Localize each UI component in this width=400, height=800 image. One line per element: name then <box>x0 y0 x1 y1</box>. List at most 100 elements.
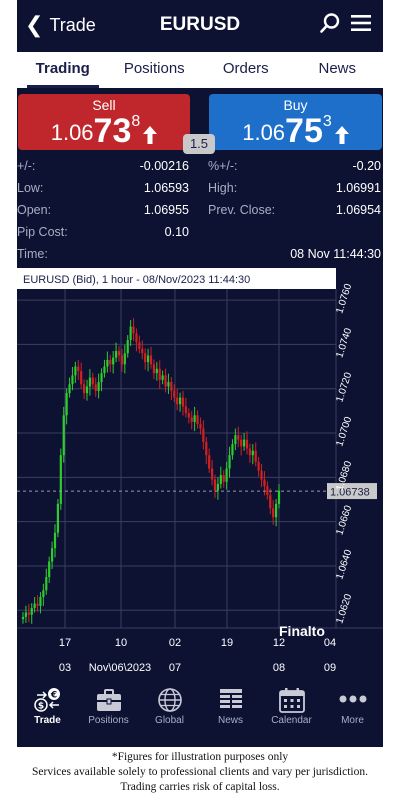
stat-value: 1.06593 <box>143 181 189 195</box>
buy-price: 1.06 75 3 <box>209 112 382 148</box>
candle-body <box>245 439 249 449</box>
candle-body <box>196 415 199 425</box>
candle-body <box>120 355 124 365</box>
stat-row: +/-: -0.00216 %+/-: -0.20 <box>17 156 383 178</box>
tab-positions[interactable]: Positions <box>109 52 201 88</box>
sell-price-pip: 8 <box>131 113 141 130</box>
x-tick-sublabel: 03 <box>59 662 71 674</box>
candle-body <box>103 366 106 374</box>
candle-body <box>210 468 214 480</box>
candle-body <box>155 368 158 374</box>
disclaimer: *Figures for illustration purposes only … <box>0 750 400 795</box>
candle-body <box>222 475 225 482</box>
stat-label: Low: <box>17 181 44 195</box>
candle-body <box>254 450 257 462</box>
candle-body <box>237 435 240 440</box>
nav-positions[interactable]: Positions <box>78 682 139 747</box>
candle-body <box>82 384 86 394</box>
tab-trading[interactable]: Trading <box>17 52 109 88</box>
top-bar: ❮ Trade EURUSD <box>17 0 383 50</box>
candle-body <box>114 351 118 358</box>
nav-label: More <box>341 715 364 726</box>
candle-body <box>132 326 135 334</box>
candle-body <box>228 455 231 469</box>
nav-label: Trade <box>34 715 61 726</box>
candle-body <box>225 468 228 482</box>
stat-label: Time: <box>17 247 48 261</box>
x-tick-sublabel: 07 <box>169 662 181 674</box>
briefcase-icon <box>96 689 121 711</box>
candle-body <box>242 439 246 447</box>
stat-value: 1.06954 <box>335 203 381 217</box>
stat-row: Low: 1.06593 High: 1.06991 <box>17 178 383 200</box>
candle-body <box>205 441 208 456</box>
candle-body <box>251 450 254 456</box>
candle-body <box>190 417 193 422</box>
arrow-up-icon <box>143 126 158 144</box>
candle-body <box>56 503 60 533</box>
candle-body <box>65 393 68 416</box>
candle-body <box>144 353 147 363</box>
nav-label: Positions <box>88 715 129 726</box>
candle-body <box>24 612 28 617</box>
candle-body <box>178 397 182 405</box>
candle-body <box>62 415 65 456</box>
candle-body <box>68 384 71 394</box>
candle-body <box>161 375 164 380</box>
candle-body <box>149 355 153 365</box>
buy-button[interactable]: Buy 1.06 75 3 <box>209 94 382 150</box>
candle-body <box>277 490 281 504</box>
nav-calendar[interactable]: Calendar <box>261 682 322 747</box>
svg-text:$: $ <box>37 702 43 712</box>
nav-news[interactable]: News <box>200 682 261 747</box>
buy-price-pip: 3 <box>322 113 332 130</box>
search-icon[interactable] <box>319 12 341 34</box>
candle-body <box>269 495 272 509</box>
nav-label: Global <box>155 715 184 726</box>
stat-value: -0.00216 <box>139 159 189 173</box>
candle-body <box>141 348 144 354</box>
x-tick-sublabel: 08 <box>273 662 285 674</box>
nav-global[interactable]: Global <box>139 682 200 747</box>
tab-orders[interactable]: Orders <box>200 52 292 88</box>
nav-trade[interactable]: € $ Trade <box>17 682 78 747</box>
sell-label: Sell <box>92 97 116 113</box>
candle-body <box>126 339 129 354</box>
candle-body <box>117 351 121 356</box>
candle-body <box>112 357 115 365</box>
stat-label: High: <box>208 181 238 195</box>
candle-body <box>71 375 74 385</box>
candle-body <box>231 444 234 456</box>
tab-news[interactable]: News <box>292 52 384 88</box>
candle-body <box>170 382 173 391</box>
candle-body <box>27 612 30 615</box>
candle-body <box>88 377 92 387</box>
candle-body <box>167 382 170 387</box>
candle-body <box>80 370 83 385</box>
nav-more[interactable]: More <box>322 682 383 747</box>
sell-button[interactable]: Sell 1.06 73 8 <box>18 94 190 150</box>
candle-body <box>240 439 243 447</box>
stat-value: 0.10 <box>164 225 189 239</box>
candle-body <box>274 503 278 518</box>
candle-body <box>146 355 150 363</box>
calendar-icon <box>278 688 305 713</box>
candle-body <box>219 475 222 484</box>
candle-body <box>85 386 89 394</box>
buy-label: Buy <box>283 97 308 113</box>
sell-price-big: 73 <box>93 112 132 150</box>
candle-body <box>30 608 33 615</box>
candlestick-chart[interactable]: EURUSD (Bid), 1 hour - 08/Nov/2023 11:44… <box>17 268 383 682</box>
candle-body <box>53 532 57 549</box>
candle-body <box>199 424 202 429</box>
candle-body <box>260 470 263 480</box>
stat-value: 1.06991 <box>335 181 381 195</box>
stat-label: %+/-: <box>208 159 238 173</box>
candle-body <box>181 397 185 407</box>
candle-body <box>176 397 179 405</box>
candle-body <box>97 382 100 391</box>
news-icon <box>219 689 242 708</box>
candle-body <box>33 603 36 609</box>
price-chart[interactable]: EURUSD (Bid), 1 hour - 08/Nov/2023 11:44… <box>17 268 383 682</box>
hamburger-menu-icon[interactable] <box>350 12 372 34</box>
